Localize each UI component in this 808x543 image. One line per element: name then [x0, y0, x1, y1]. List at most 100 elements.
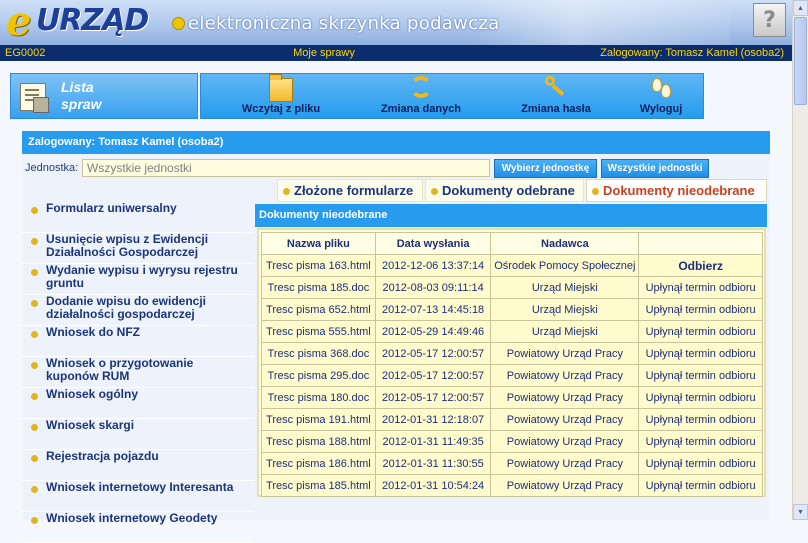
load-file-button[interactable]: Wczytaj z pliku [221, 74, 341, 118]
sent-date-cell: 2012-05-29 14:49:46 [374, 320, 492, 343]
menu-item[interactable]: Formularz uniwersalny [22, 202, 254, 233]
load-file-label: Wczytaj z pliku [241, 103, 321, 115]
documents-table: Nazwa pliku Data wysłania Nadawca Tresc … [261, 232, 763, 497]
menu-item[interactable]: Wniosek internetowy Geodety [22, 512, 254, 543]
toolbar: Lista spraw Wczytaj z pliku Zmiana danyc… [10, 73, 704, 119]
status-bar: EG0002 Moje sprawy Zalogowany: Tomasz Ka… [0, 45, 792, 61]
header-banner: e URZĄD elektroniczna skrzynka podawcza … [0, 0, 792, 45]
logo-title: URZĄD [36, 3, 149, 38]
status-cell: Upłynął termin odbioru [638, 386, 763, 409]
vertical-scrollbar[interactable]: ▲ ▼ [792, 0, 808, 520]
sender-cell: Ośrodek Pomocy Społecznej [490, 254, 640, 277]
menu-item[interactable]: Wniosek do NFZ [22, 326, 254, 357]
menu-item[interactable]: Wniosek internetowy Interesanta [22, 481, 254, 512]
table-row: Tresc pisma 191.html 2012-01-31 12:18:07 P… [261, 408, 763, 431]
sent-date-cell: 2012-01-31 10:54:24 [374, 474, 492, 497]
refresh-icon [410, 76, 432, 98]
sender-cell: Powiatowy Urząd Pracy [490, 430, 640, 453]
column-header: Nadawca [490, 232, 640, 255]
status-cell: Upłynął termin odbioru [638, 452, 763, 475]
logo-dot [173, 18, 184, 29]
file-name-cell: Tresc pisma 163.html [261, 254, 376, 277]
table-row: Tresc pisma 368.doc 2012-05-17 12:00:57 Po… [261, 342, 763, 365]
table-header-row: Nazwa pliku Data wysłania Nadawca [261, 232, 763, 255]
status-cell: Upłynął termin odbioru [638, 364, 763, 387]
bullet-icon [31, 455, 38, 462]
sender-cell: Powiatowy Urząd Pracy [490, 386, 640, 409]
case-list-title: Lista spraw [10, 73, 198, 119]
choose-unit-button[interactable]: Wybierz jednostkę [494, 159, 597, 178]
file-name-cell: Tresc pisma 191.html [261, 408, 376, 431]
status-cell: Upłynął termin odbioru [638, 474, 763, 497]
sent-date-cell: 2012-12-06 13:37:14 [374, 254, 492, 277]
unit-field[interactable] [82, 159, 490, 177]
scroll-down-icon[interactable]: ▼ [793, 504, 808, 520]
bullet-icon [31, 300, 38, 307]
key-icon [545, 76, 567, 98]
logout-button[interactable]: Wyloguj [621, 74, 701, 118]
case-list-icon [20, 83, 49, 113]
table-row: Tresc pisma 295.doc 2012-05-17 12:00:57 Po… [261, 364, 763, 387]
form-menu: Formularz uniwersalny Usunięcie wpisu z … [22, 202, 254, 543]
file-name-cell: Tresc pisma 652.html [261, 298, 376, 321]
table-row: Tresc pisma 163.html 2012-12-06 13:37:14 O… [261, 254, 763, 277]
sender-cell: Powiatowy Urząd Pracy [490, 408, 640, 431]
column-header: Nazwa pliku [261, 232, 376, 255]
banner-photo [470, 0, 730, 45]
column-header: Data wysłania [374, 232, 492, 255]
status-cell: Upłynął termin odbioru [638, 430, 763, 453]
scroll-thumb[interactable] [794, 17, 807, 105]
change-data-label: Zmiana danych [380, 103, 462, 115]
unit-label: Jednostka: [25, 162, 79, 174]
file-name-cell: Tresc pisma 295.doc [261, 364, 376, 387]
menu-item[interactable]: Wniosek ogólny [22, 388, 254, 419]
title-line1: Lista [61, 79, 94, 95]
panel-header: Zalogowany: Tomasz Kamel (osoba2) [22, 131, 770, 154]
table-row: Tresc pisma 185.html 2012-01-31 10:54:24 P… [261, 474, 763, 497]
sender-cell: Powiatowy Urząd Pracy [490, 364, 640, 387]
documents-table-body: Tresc pisma 163.html 2012-12-06 13:37:14 O… [261, 254, 763, 497]
file-name-cell: Tresc pisma 186.html [261, 452, 376, 475]
menu-item[interactable]: Dodanie wpisu do ewidencji działalności … [22, 295, 254, 326]
documents-title: Dokumenty nieodebrane [255, 204, 767, 227]
footsteps-icon [650, 76, 672, 98]
help-button[interactable]: ? [753, 3, 786, 37]
file-name-cell: Tresc pisma 180.doc [261, 386, 376, 409]
menu-item[interactable]: Usunięcie wpisu z Ewidencji Działalności… [22, 233, 254, 264]
menu-item[interactable]: Rejestracja pojazdu [22, 450, 254, 481]
change-password-label: Zmiana hasła [521, 103, 591, 115]
sent-date-cell: 2012-05-17 12:00:57 [374, 342, 492, 365]
documents-frame: Nazwa pliku Data wysłania Nadawca Tresc … [257, 228, 766, 497]
sender-cell: Urząd Miejski [490, 276, 640, 299]
bullet-icon [31, 207, 38, 214]
menu-item[interactable]: Wniosek o przygotowanie kuponów RUM [22, 357, 254, 388]
change-password-button[interactable]: Zmiana hasła [496, 74, 616, 118]
file-name-cell: Tresc pisma 185.doc [261, 276, 376, 299]
bullet-icon [31, 486, 38, 493]
folder-icon [269, 74, 293, 102]
change-data-button[interactable]: Zmiana danych [361, 74, 481, 118]
file-name-cell: Tresc pisma 185.html [261, 474, 376, 497]
question-icon: ? [763, 7, 776, 33]
all-units-button[interactable]: Wszystkie jednostki [601, 159, 709, 178]
menu-item[interactable]: Wniosek skargi [22, 419, 254, 450]
menu-item[interactable]: Wydanie wypisu i wyrysu rejestru gruntu [22, 264, 254, 295]
receive-link[interactable]: Odbierz [638, 254, 763, 277]
table-row: Tresc pisma 188.html 2012-01-31 11:49:35 P… [261, 430, 763, 453]
scroll-up-icon[interactable]: ▲ [793, 0, 808, 16]
sender-cell: Urząd Miejski [490, 320, 640, 343]
status-cell: Upłynął termin odbioru [638, 408, 763, 431]
logo-tagline: elektroniczna skrzynka podawcza [188, 13, 500, 34]
logo-e: e [6, 0, 32, 45]
bullet-icon [31, 238, 38, 245]
tab-submitted-forms[interactable]: Złożone formularze [277, 179, 423, 202]
bullet-icon [31, 424, 38, 431]
toolbar-buttons: Wczytaj z pliku Zmiana danych Zmiana has… [200, 73, 704, 119]
bullet-icon [31, 331, 38, 338]
tab-received-documents[interactable]: Dokumenty odebrane [425, 179, 584, 202]
sender-cell: Urząd Miejski [490, 298, 640, 321]
status-cell: Upłynął termin odbioru [638, 320, 763, 343]
sent-date-cell: 2012-07-13 14:45:18 [374, 298, 492, 321]
sent-date-cell: 2012-08-03 09:11:14 [374, 276, 492, 299]
tab-unreceived-documents[interactable]: Dokumenty nieodebrane [586, 179, 767, 202]
